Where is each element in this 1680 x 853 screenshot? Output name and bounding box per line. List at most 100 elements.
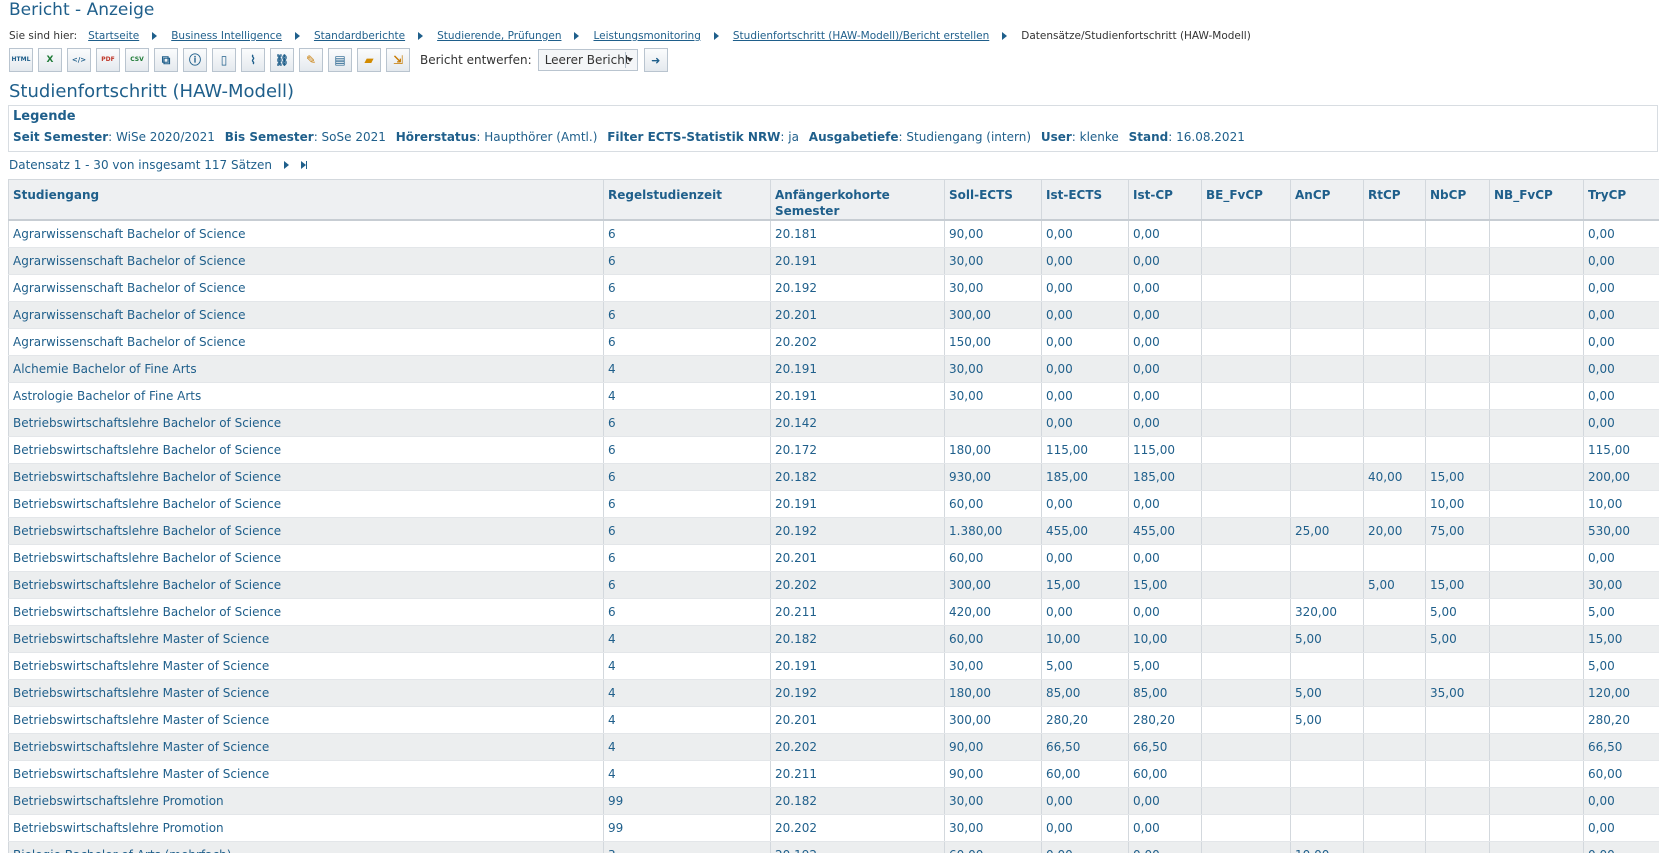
table-row: Betriebswirtschaftslehre Master of Scien… <box>8 679 1659 707</box>
breadcrumb-link-bericht-erstellen[interactable]: Studienfortschritt (HAW-Modell)/Bericht … <box>733 30 989 42</box>
copy-button[interactable]: ⧉ <box>154 48 178 72</box>
table-cell[interactable]: Agrarwissenschaft Bachelor of Science <box>8 220 604 248</box>
table-cell <box>1363 247 1426 275</box>
table-cell[interactable]: Alchemie Bachelor of Fine Arts <box>8 355 604 383</box>
legend-label: Bis Semester <box>224 130 314 144</box>
table-cell[interactable]: Biologie Bachelor of Arts (mehrfach) <box>8 841 604 853</box>
export-settings-icon: ⇲ <box>392 53 404 67</box>
table-cell[interactable]: Betriebswirtschaftslehre Master of Scien… <box>8 652 604 680</box>
info-button[interactable]: ⓘ <box>183 48 207 72</box>
table-cell[interactable]: Betriebswirtschaftslehre Bachelor of Sci… <box>8 517 604 545</box>
table-cell <box>1201 652 1291 680</box>
pdf-export-button[interactable]: PDF <box>96 48 120 72</box>
folder-icon: ▰ <box>364 53 374 67</box>
table-cell: 30,00 <box>944 787 1042 815</box>
table-cell <box>1201 517 1291 545</box>
export-settings-button[interactable]: ⇲ <box>386 48 410 72</box>
table-cell <box>944 409 1042 437</box>
breadcrumb-link-business-intelligence[interactable]: Business Intelligence <box>171 30 282 42</box>
table-cell: 0,00 <box>1583 274 1659 302</box>
table-cell[interactable]: Betriebswirtschaftslehre Master of Scien… <box>8 679 604 707</box>
table-cell: 60,00 <box>1128 760 1202 788</box>
table-cell[interactable]: Betriebswirtschaftslehre Promotion <box>8 787 604 815</box>
column-header[interactable]: Anfängerkohorte Semester <box>770 179 945 221</box>
table-cell: 30,00 <box>944 274 1042 302</box>
column-header[interactable]: Ist-CP <box>1128 179 1202 221</box>
legend-box: Legende Seit Semester: WiSe 2020/2021 Bi… <box>8 105 1658 152</box>
edit-report-button[interactable]: ✎ <box>299 48 323 72</box>
column-header[interactable]: Ist-ECTS <box>1041 179 1129 221</box>
link-button[interactable]: ⛓ <box>270 48 294 72</box>
table-cell[interactable]: Betriebswirtschaftslehre Bachelor of Sci… <box>8 436 604 464</box>
folder-button[interactable]: ▰ <box>357 48 381 72</box>
xml-export-button[interactable]: </> <box>67 48 91 72</box>
column-header[interactable]: BE_FvCP <box>1201 179 1291 221</box>
table-cell[interactable]: Agrarwissenschaft Bachelor of Science <box>8 301 604 329</box>
page-title: Bericht - Anzeige <box>9 0 155 20</box>
table-cell <box>1363 598 1426 626</box>
breadcrumb-link-startseite[interactable]: Startseite <box>88 30 139 42</box>
table-cell: 6 <box>603 571 771 599</box>
breadcrumb-link-studierende-pruefungen[interactable]: Studierende, Prüfungen <box>437 30 561 42</box>
next-page-icon[interactable] <box>283 161 289 169</box>
breadcrumb-link-leistungsmonitoring[interactable]: Leistungsmonitoring <box>593 30 700 42</box>
table-cell[interactable]: Betriebswirtschaftslehre Bachelor of Sci… <box>8 409 604 437</box>
table-cell: 60,00 <box>944 490 1042 518</box>
table-row: Agrarwissenschaft Bachelor of Science 6 20… <box>8 247 1659 275</box>
html-export-button[interactable]: HTML <box>9 48 33 72</box>
table-cell <box>1489 625 1584 653</box>
column-header[interactable]: TryCP <box>1583 179 1659 221</box>
table-cell: 6 <box>603 220 771 248</box>
table-cell[interactable]: Astrologie Bachelor of Fine Arts <box>8 382 604 410</box>
column-header[interactable]: NbCP <box>1425 179 1490 221</box>
table-cell[interactable]: Betriebswirtschaftslehre Promotion <box>8 814 604 842</box>
table-cell: 0,00 <box>1041 382 1129 410</box>
table-cell: 0,00 <box>1583 301 1659 329</box>
table-cell[interactable]: Agrarwissenschaft Bachelor of Science <box>8 328 604 356</box>
table-cell <box>1425 814 1490 842</box>
table-cell: 30,00 <box>944 382 1042 410</box>
excel-export-button[interactable]: X <box>38 48 62 72</box>
column-header[interactable]: AnCP <box>1290 179 1364 221</box>
table-cell[interactable]: Betriebswirtschaftslehre Bachelor of Sci… <box>8 544 604 572</box>
table-row: Betriebswirtschaftslehre Bachelor of Sci… <box>8 517 1659 545</box>
table-cell: 4 <box>603 706 771 734</box>
table-cell: 20.192 <box>770 274 945 302</box>
attachment-button[interactable]: ⌇ <box>241 48 265 72</box>
table-cell <box>1425 760 1490 788</box>
column-header[interactable]: RtCP <box>1363 179 1426 221</box>
column-header[interactable]: Regelstudienzeit <box>603 179 771 221</box>
apply-design-button[interactable]: ➜ <box>643 48 668 72</box>
breadcrumb-link-standardberichte[interactable]: Standardberichte <box>314 30 405 42</box>
table-cell: 0,00 <box>1583 787 1659 815</box>
table-cell[interactable]: Agrarwissenschaft Bachelor of Science <box>8 274 604 302</box>
table-cell[interactable]: Betriebswirtschaftslehre Bachelor of Sci… <box>8 571 604 599</box>
column-header[interactable]: Studiengang <box>8 179 604 221</box>
layout-button[interactable]: ▤ <box>328 48 352 72</box>
table-cell: 115,00 <box>1041 436 1129 464</box>
legend-value: Studiengang (intern) <box>906 130 1031 144</box>
last-page-icon[interactable] <box>300 161 307 169</box>
design-report-select[interactable]: Leerer Bericht <box>537 49 638 71</box>
table-cell: 0,00 <box>1583 382 1659 410</box>
table-cell[interactable]: Betriebswirtschaftslehre Master of Scien… <box>8 706 604 734</box>
document-button[interactable]: ▯ <box>212 48 236 72</box>
csv-export-button[interactable]: CSV <box>125 48 149 72</box>
column-header[interactable]: NB_FvCP <box>1489 179 1584 221</box>
table-cell[interactable]: Betriebswirtschaftslehre Master of Scien… <box>8 760 604 788</box>
table-cell <box>1425 706 1490 734</box>
table-cell: 5,00 <box>1425 625 1490 653</box>
column-header[interactable]: Soll-ECTS <box>944 179 1042 221</box>
table-cell[interactable]: Betriebswirtschaftslehre Bachelor of Sci… <box>8 490 604 518</box>
table-cell <box>1201 220 1291 248</box>
table-cell[interactable]: Betriebswirtschaftslehre Master of Scien… <box>8 733 604 761</box>
table-cell <box>1489 463 1584 491</box>
table-cell[interactable]: Betriebswirtschaftslehre Bachelor of Sci… <box>8 463 604 491</box>
table-cell: 20,00 <box>1363 517 1426 545</box>
table-cell[interactable]: Agrarwissenschaft Bachelor of Science <box>8 247 604 275</box>
table-row: Astrologie Bachelor of Fine Arts 4 20.191 3… <box>8 382 1659 410</box>
legend-label: Stand <box>1128 130 1169 144</box>
csv-export-icon: CSV <box>130 56 144 63</box>
table-cell[interactable]: Betriebswirtschaftslehre Master of Scien… <box>8 625 604 653</box>
table-cell[interactable]: Betriebswirtschaftslehre Bachelor of Sci… <box>8 598 604 626</box>
